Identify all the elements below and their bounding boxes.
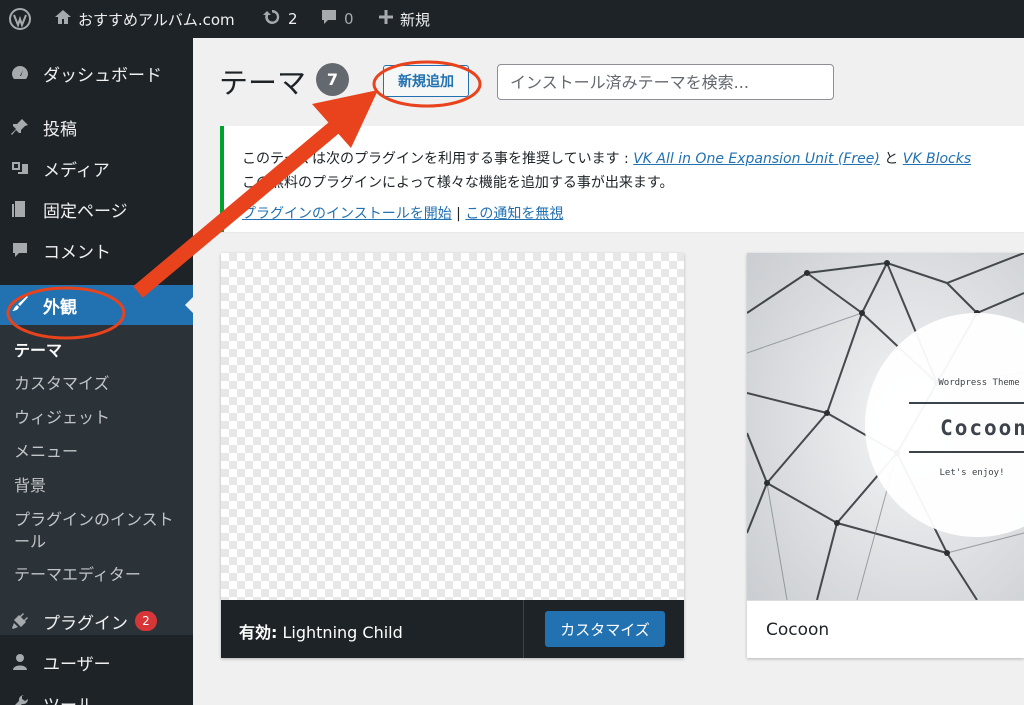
page-icon (10, 199, 30, 219)
active-theme-bar: 有効: Lightning Child カスタマイズ (221, 600, 684, 658)
network-graphic: Wordpress Theme Cocoon Let's enjoy! (747, 253, 1024, 600)
theme-screenshot-cocoon[interactable]: Wordpress Theme Cocoon Let's enjoy! (747, 253, 1024, 600)
bar-divider (523, 600, 524, 658)
plugin-icon (10, 611, 30, 631)
site-name: おすすめアルバム.com (78, 10, 235, 29)
paintbrush-icon (10, 294, 30, 314)
wrench-icon (10, 693, 30, 705)
menu-comments[interactable]: コメント (0, 231, 193, 269)
current-menu-arrow-icon (185, 297, 193, 313)
menu-dashboard[interactable]: ダッシュボード (0, 54, 193, 92)
site-name-link[interactable]: おすすめアルバム.com (54, 0, 235, 38)
add-new-theme-button[interactable]: 新規追加 (383, 65, 469, 97)
notice-line-1: このテーマは次のプラグインを利用する事を推奨しています : VK All in … (242, 148, 971, 168)
plus-icon (378, 9, 394, 29)
cocoon-theme-name: Cocoon (766, 620, 830, 640)
card-divider (747, 600, 1024, 601)
dashboard-gauge-icon (10, 63, 30, 83)
vk-exunit-link[interactable]: VK All in One Expansion Unit (Free) (633, 151, 880, 167)
menu-tools-label: ツール (43, 691, 94, 705)
wordpress-logo-icon[interactable] (9, 0, 31, 38)
comment-bubble-icon (320, 8, 338, 30)
admin-bar: おすすめアルバム.com 2 0 新規 (0, 0, 1024, 38)
dismiss-notice-link[interactable]: この通知を無視 (465, 206, 563, 222)
comments-link[interactable]: 0 (320, 0, 354, 38)
notice-line-1-text: このテーマは次のプラグインを利用する事を推奨しています : (242, 151, 634, 167)
menu-appearance-label: 外観 (43, 297, 77, 318)
menu-tools[interactable]: ツール (0, 684, 193, 705)
comments-count: 0 (344, 10, 354, 28)
notice-and-text: と (879, 151, 903, 167)
notice-actions: プラグインのインストールを開始 | この通知を無視 (242, 203, 563, 223)
menu-pages[interactable]: 固定ページ (0, 190, 193, 228)
menu-posts-label: 投稿 (43, 119, 77, 140)
menu-appearance[interactable]: 外観 (0, 285, 193, 325)
main-content: テーマ 7 新規追加 このテーマは次のプラグインを利用する事を推奨しています :… (193, 38, 1024, 705)
plugin-recommendation-notice: このテーマは次のプラグインを利用する事を推奨しています : VK All in … (220, 126, 1024, 232)
active-theme-name: 有効: Lightning Child (239, 619, 403, 643)
theme-name: Lightning Child (282, 623, 403, 642)
cocoon-subtitle: Let's enjoy! (939, 468, 1004, 478)
submenu-menus[interactable]: メニュー (14, 441, 184, 463)
submenu-themes[interactable]: テーマ (14, 340, 184, 362)
menu-plugins-label: プラグイン (43, 613, 128, 634)
submenu-background[interactable]: 背景 (14, 475, 184, 497)
theme-count-badge: 7 (316, 63, 349, 96)
updates-link[interactable]: 2 (262, 0, 298, 38)
cocoon-tagline: Wordpress Theme (938, 378, 1019, 388)
comment-icon (10, 240, 30, 260)
submenu-theme-editor[interactable]: テーマエディター (14, 564, 184, 586)
user-icon (10, 652, 30, 672)
menu-plugins[interactable]: プラグイン 2 (0, 602, 193, 640)
menu-pages-label: 固定ページ (43, 201, 128, 222)
theme-card-active[interactable]: 有効: Lightning Child カスタマイズ (221, 253, 684, 658)
new-label: 新規 (400, 10, 431, 29)
theme-screenshot-transparent[interactable] (221, 253, 684, 600)
submenu-widgets[interactable]: ウィジェット (14, 407, 184, 429)
notice-separator: | (451, 206, 466, 222)
menu-dashboard-label: ダッシュボード (43, 65, 162, 86)
cocoon-shot-title: Cocoon (940, 416, 1024, 440)
begin-plugin-install-link[interactable]: プラグインのインストールを開始 (242, 206, 452, 222)
media-icon (10, 158, 30, 178)
menu-media-label: メディア (43, 160, 110, 181)
submenu-install-plugins[interactable]: プラグインのインストール (14, 509, 179, 553)
submenu-customize[interactable]: カスタマイズ (14, 373, 184, 395)
menu-users[interactable]: ユーザー (0, 643, 193, 681)
updates-icon (262, 7, 282, 31)
pushpin-icon (10, 117, 30, 137)
menu-comments-label: コメント (43, 242, 111, 263)
plugins-update-badge: 2 (135, 611, 157, 631)
theme-search-input[interactable] (497, 64, 834, 100)
updates-count: 2 (288, 10, 298, 28)
customize-button[interactable]: カスタマイズ (545, 611, 665, 647)
menu-users-label: ユーザー (43, 654, 111, 675)
theme-card-cocoon[interactable]: Wordpress Theme Cocoon Let's enjoy! Coco… (747, 253, 1024, 658)
menu-posts[interactable]: 投稿 (0, 108, 193, 146)
admin-sidebar: ダッシュボード 投稿 メディア 固定ページ コメント 外観 テーマ カスタマイズ… (0, 38, 193, 705)
menu-media[interactable]: メディア (0, 149, 193, 187)
notice-line-2: この無料のプラグインによって様々な機能を追加する事が出来ます。 (242, 175, 674, 191)
vk-blocks-link[interactable]: VK Blocks (903, 151, 971, 167)
active-label: 有効: (239, 623, 278, 642)
home-icon (54, 8, 72, 30)
page-title: テーマ (219, 66, 307, 100)
new-content-link[interactable]: 新規 (378, 0, 430, 38)
